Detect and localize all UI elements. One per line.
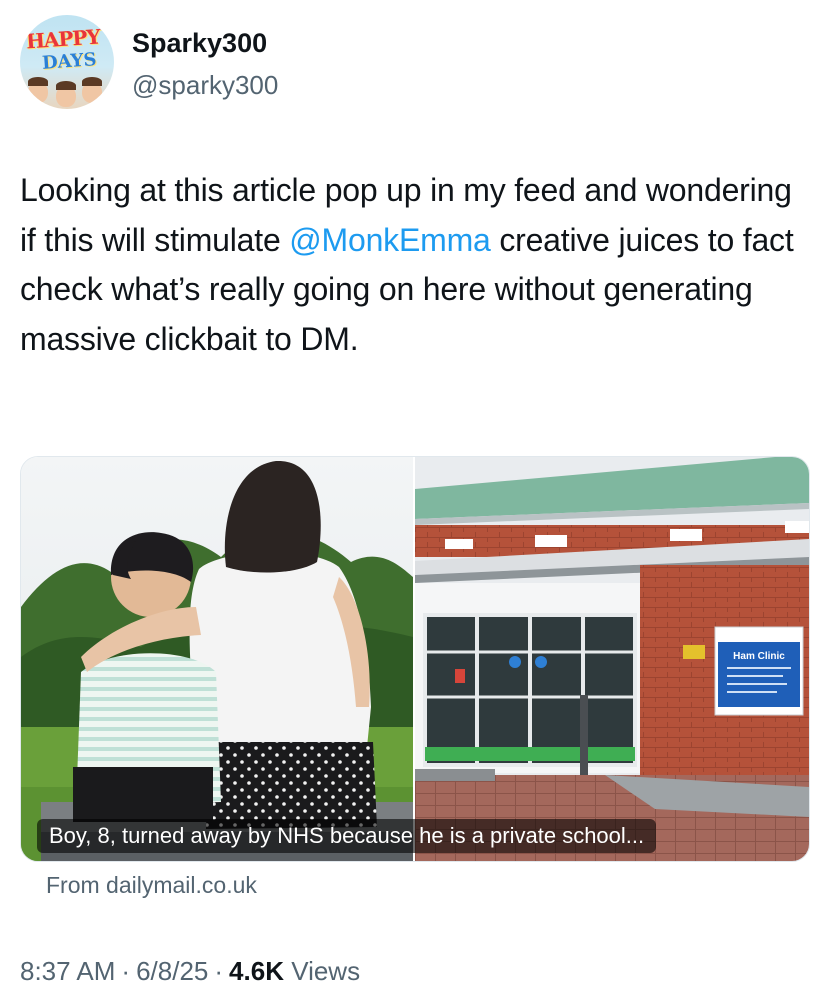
avatar-face [56,81,76,107]
clinic-sign-title: Ham Clinic [733,651,785,662]
mention-link[interactable]: @MonkEmma [289,222,491,258]
tweet-text: Looking at this article pop up in my fee… [20,166,800,364]
article-photo-clinic: Ham Clinic [415,457,809,861]
author-display-name[interactable]: Sparky300 [132,28,267,59]
views-label: Views [291,956,361,986]
avatar-logo-days: DAYS [41,49,98,74]
article-headline-caption: Boy, 8, turned away by NHS because he is… [37,819,657,853]
tweet-meta: 8:37 AM · 6/8/25 · 4.6K Views [20,956,360,987]
tweet-date[interactable]: 6/8/25 [136,956,208,986]
author-avatar[interactable]: HAPPY DAYS [20,15,114,109]
separator-dot: · [121,956,131,986]
article-photo-family [21,457,413,861]
link-preview-card[interactable]: Ham Clinic Boy, 8, turned away by NHS be… [20,456,810,862]
views-count: 4.6K [229,956,284,986]
separator-dot: · [214,956,224,986]
avatar-face [28,77,48,103]
avatar-face [82,77,102,103]
tweet-time[interactable]: 8:37 AM [20,956,115,986]
author-handle[interactable]: @sparky300 [132,70,278,101]
link-source[interactable]: From dailymail.co.uk [46,872,257,899]
